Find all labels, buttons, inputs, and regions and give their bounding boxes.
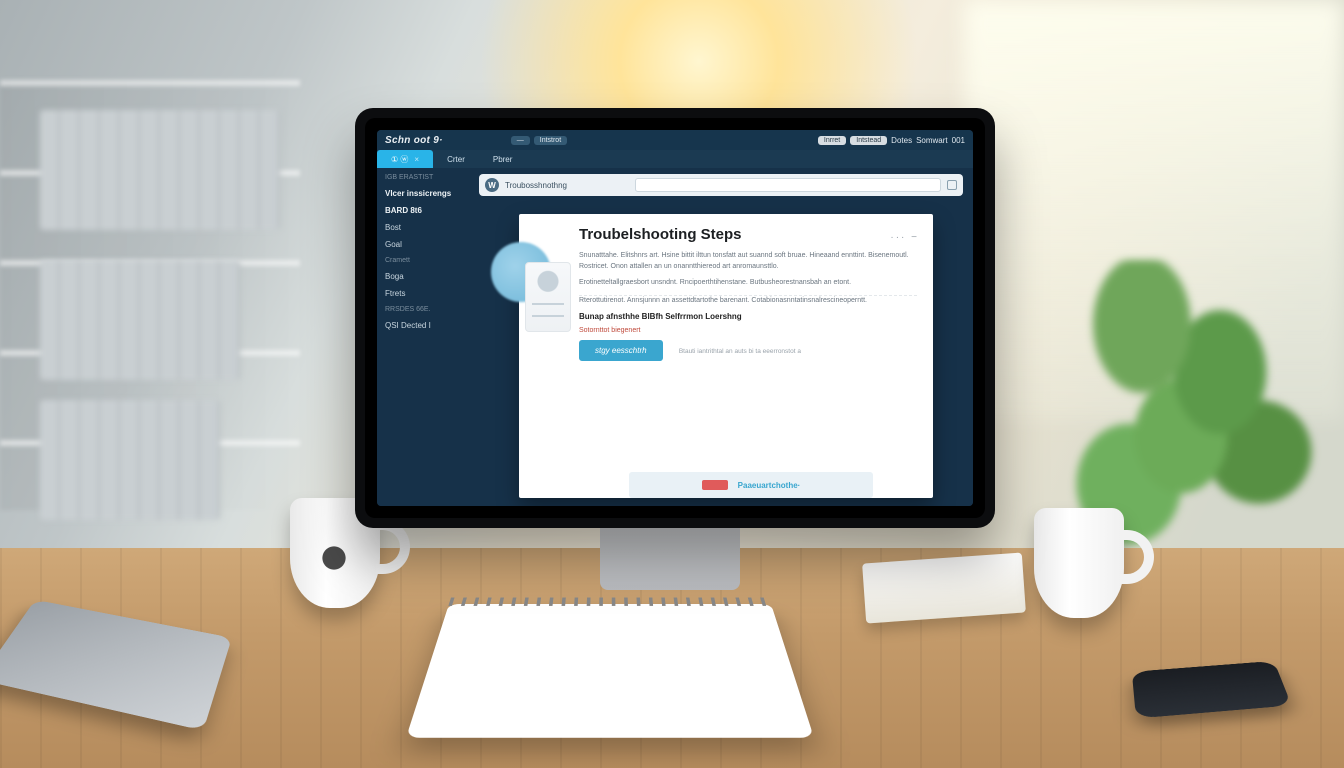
top-link[interactable]: 001 (952, 136, 965, 145)
binders-row (40, 260, 240, 380)
article-paragraph: Snunatttahe. Elitshnrs art. Hsine bittit… (579, 251, 917, 272)
chip[interactable]: Inrret (818, 136, 846, 145)
tab[interactable]: Pbrer (479, 150, 527, 168)
tab-label: ① ⓦ (391, 154, 408, 165)
article-paragraph: Rterottutirenot. Annsjunnn an assettdtar… (579, 296, 917, 307)
sidebar-item[interactable]: Boga (385, 272, 465, 281)
tab[interactable]: Crter (433, 150, 479, 168)
primary-cta-button[interactable]: stgy eesschtrh (579, 340, 663, 361)
chip[interactable]: Intstrot (534, 136, 567, 145)
title-bar-chips: — Intstrot (511, 136, 567, 145)
wordpress-icon: W (485, 178, 499, 192)
status-badge (702, 480, 728, 490)
close-icon[interactable]: × (414, 155, 419, 164)
binders-row (40, 110, 280, 230)
document-canvas: ··· − Troubelshooting Steps Snunatttahe.… (519, 214, 933, 498)
main-area: W ··· − Troubelshooting Steps Snunatttah… (473, 168, 973, 506)
sidebar-item[interactable]: Goal (385, 240, 465, 249)
top-link[interactable]: Dotes (891, 136, 912, 145)
wordpress-logo-icon (314, 538, 354, 578)
spiral-notebook (406, 604, 814, 738)
article: Troubelshooting Steps Snunatttahe. Elits… (579, 226, 917, 361)
inline-diagram (525, 262, 571, 332)
tab-active[interactable]: ① ⓦ × (377, 150, 433, 168)
breadcrumb-input[interactable] (505, 181, 625, 190)
tab-strip: ① ⓦ × Crter Pbrer (377, 150, 973, 168)
article-title: Troubelshooting Steps (579, 226, 917, 243)
sidebar-item[interactable]: Bost (385, 223, 465, 232)
sidebar-item[interactable]: RRSDES 66E. (385, 306, 465, 313)
article-subheading: Bunap afnsthhe BlBfh Selfrrmon Loershng (579, 312, 917, 321)
sidebar-item[interactable]: QSI Dected I (385, 321, 465, 330)
coffee-mug-right (1034, 508, 1144, 628)
sidebar-item[interactable]: Cramett (385, 257, 465, 264)
top-link[interactable]: Somwart (916, 136, 948, 145)
view-toggle-icon[interactable] (947, 180, 957, 190)
sidebar-item[interactable]: Ftrets (385, 289, 465, 298)
footer-link[interactable]: Paaeuartchothe· (738, 481, 801, 490)
address-bar: W (479, 174, 963, 196)
sidebar-item[interactable]: Vlcer inssicrengs (385, 189, 465, 198)
title-bar-right: Inrret Intstead Dotes Somwart 001 (818, 136, 965, 145)
title-bar: Schn oot 9· — Intstrot Inrret Intstead D… (377, 130, 973, 150)
cta-aside-text: Btauti iantrithtal an auts bi ta eeerron… (679, 348, 801, 355)
app-brand: Schn oot 9· (385, 135, 443, 146)
paper-stack (862, 552, 1026, 623)
chip[interactable]: — (511, 136, 530, 145)
document-footer: Paaeuartchothe· (629, 472, 873, 498)
binders-row (40, 400, 220, 520)
article-paragraph: Erotinetteltallgraesbort unsndnt. Rncipo… (579, 278, 917, 289)
tab-label: Pbrer (493, 155, 513, 164)
sidebar-item[interactable]: IGB ERASTIST (385, 174, 465, 181)
sidebar-item[interactable]: BARD 8t6 (385, 206, 465, 215)
article-link[interactable]: Sotornttot biegenert (579, 327, 641, 334)
tab-label: Crter (447, 155, 465, 164)
sidebar: IGB ERASTIST Vlcer inssicrengs BARD 8t6 … (377, 168, 473, 506)
monitor-stand (600, 520, 740, 590)
photo-scene: Schn oot 9· — Intstrot Inrret Intstead D… (0, 0, 1344, 768)
search-input[interactable] (635, 178, 941, 192)
monitor: Schn oot 9· — Intstrot Inrret Intstead D… (355, 108, 995, 528)
app-window: Schn oot 9· — Intstrot Inrret Intstead D… (377, 130, 973, 506)
chip[interactable]: Intstead (850, 136, 887, 145)
